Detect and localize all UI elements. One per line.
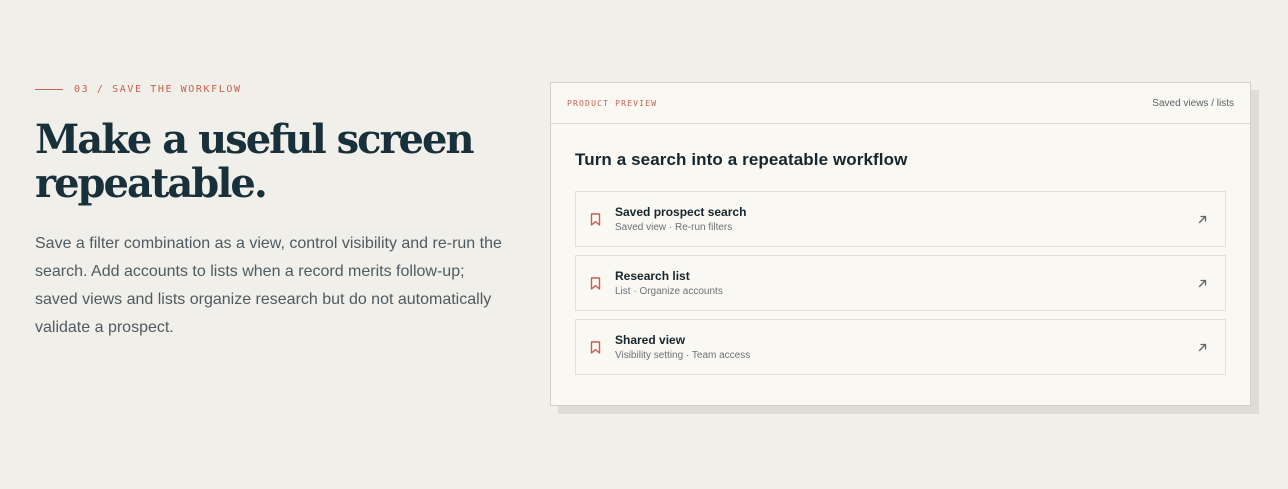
list-item-title: Saved prospect search	[615, 204, 747, 219]
list-item-text: Saved prospect search Saved view · Re-ru…	[615, 204, 1197, 235]
list-item-subtitle: Saved view · Re-run filters	[615, 221, 733, 233]
workflow-list: Saved prospect search Saved view · Re-ru…	[575, 191, 1226, 375]
bookmark-icon	[588, 275, 602, 291]
list-item-saved-prospect-search[interactable]: Saved prospect search Saved view · Re-ru…	[575, 191, 1226, 247]
list-item-text: Research list List · Organize accounts	[615, 268, 1197, 299]
list-item-title: Research list	[615, 268, 690, 283]
card-title: Turn a search into a repeatable workflow	[575, 150, 908, 169]
intro-section: 03 / SAVE THE WORKFLOW Make a useful scr…	[35, 80, 515, 342]
eyebrow-divider	[35, 88, 63, 90]
bookmark-icon	[588, 211, 602, 227]
section-headline: Make a useful screen repeatable.	[35, 118, 515, 206]
section-eyebrow: 03 / SAVE THE WORKFLOW	[35, 80, 515, 98]
product-preview-card: PRODUCT PREVIEW Saved views / lists Turn…	[550, 82, 1251, 406]
arrow-up-right-icon[interactable]	[1197, 214, 1207, 224]
card-body: Turn a search into a repeatable workflow…	[551, 124, 1250, 375]
list-item-subtitle: Visibility setting · Team access	[615, 349, 751, 361]
headline-line-1: Make a useful screen	[35, 116, 475, 163]
headline-line-2: repeatable.	[35, 160, 268, 207]
list-item-research-list[interactable]: Research list List · Organize accounts	[575, 255, 1226, 311]
card-header: PRODUCT PREVIEW Saved views / lists	[551, 83, 1250, 124]
arrow-up-right-icon[interactable]	[1197, 342, 1207, 352]
arrow-up-right-icon[interactable]	[1197, 278, 1207, 288]
section-body: Save a filter combination as a view, con…	[35, 235, 502, 336]
list-item-title: Shared view	[615, 332, 686, 347]
eyebrow-label: 03 / SAVE THE WORKFLOW	[74, 83, 242, 95]
list-item-shared-view[interactable]: Shared view Visibility setting · Team ac…	[575, 319, 1226, 375]
bookmark-icon	[588, 339, 602, 355]
card-breadcrumb: Saved views / lists	[1152, 97, 1234, 109]
card-label: PRODUCT PREVIEW	[567, 98, 658, 108]
list-item-subtitle: List · Organize accounts	[615, 285, 723, 297]
list-item-text: Shared view Visibility setting · Team ac…	[615, 332, 1197, 363]
